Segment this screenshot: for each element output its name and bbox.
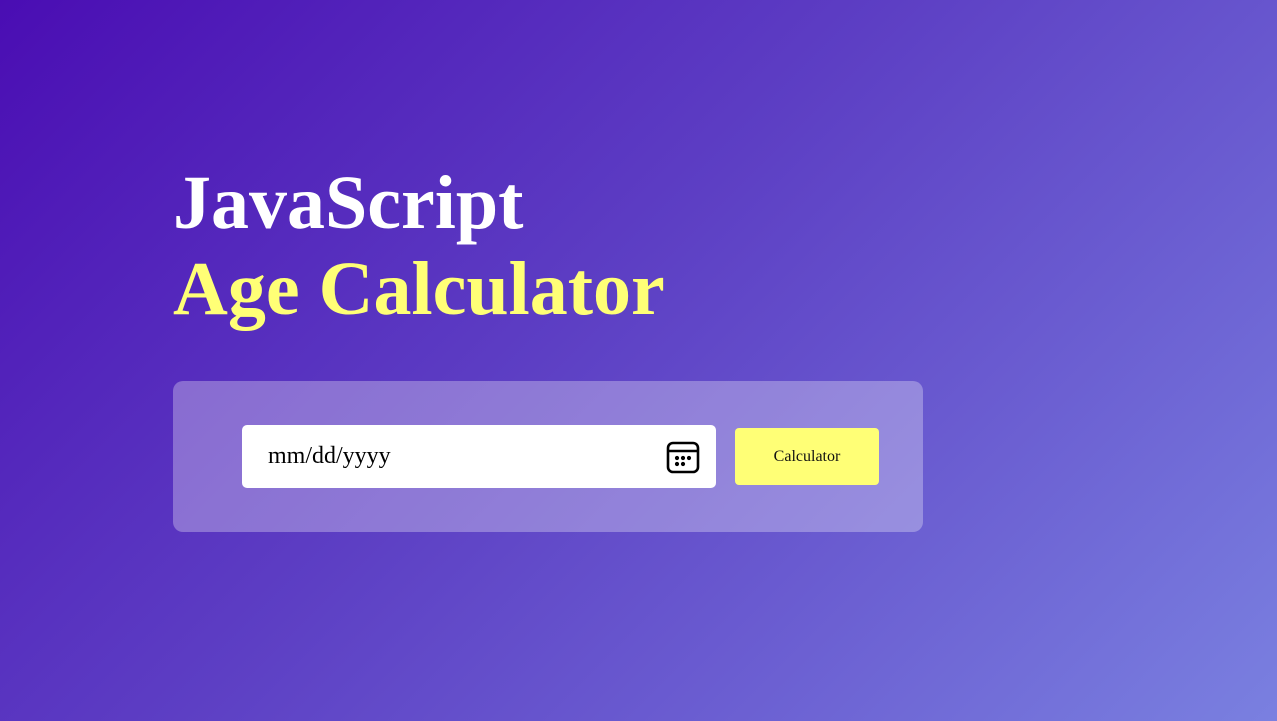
birthdate-input[interactable]: mm/dd/yyyy bbox=[242, 425, 716, 488]
page-subtitle: Age Calculator bbox=[173, 247, 665, 331]
heading-block: JavaScript Age Calculator bbox=[173, 160, 665, 332]
calculator-card: mm/dd/yyyy Calculator bbox=[173, 381, 923, 532]
page-title: JavaScript bbox=[173, 161, 524, 245]
calendar-icon[interactable] bbox=[665, 439, 701, 475]
calculate-button[interactable]: Calculator bbox=[735, 428, 879, 485]
date-input-value: mm/dd/yyyy bbox=[268, 443, 391, 469]
